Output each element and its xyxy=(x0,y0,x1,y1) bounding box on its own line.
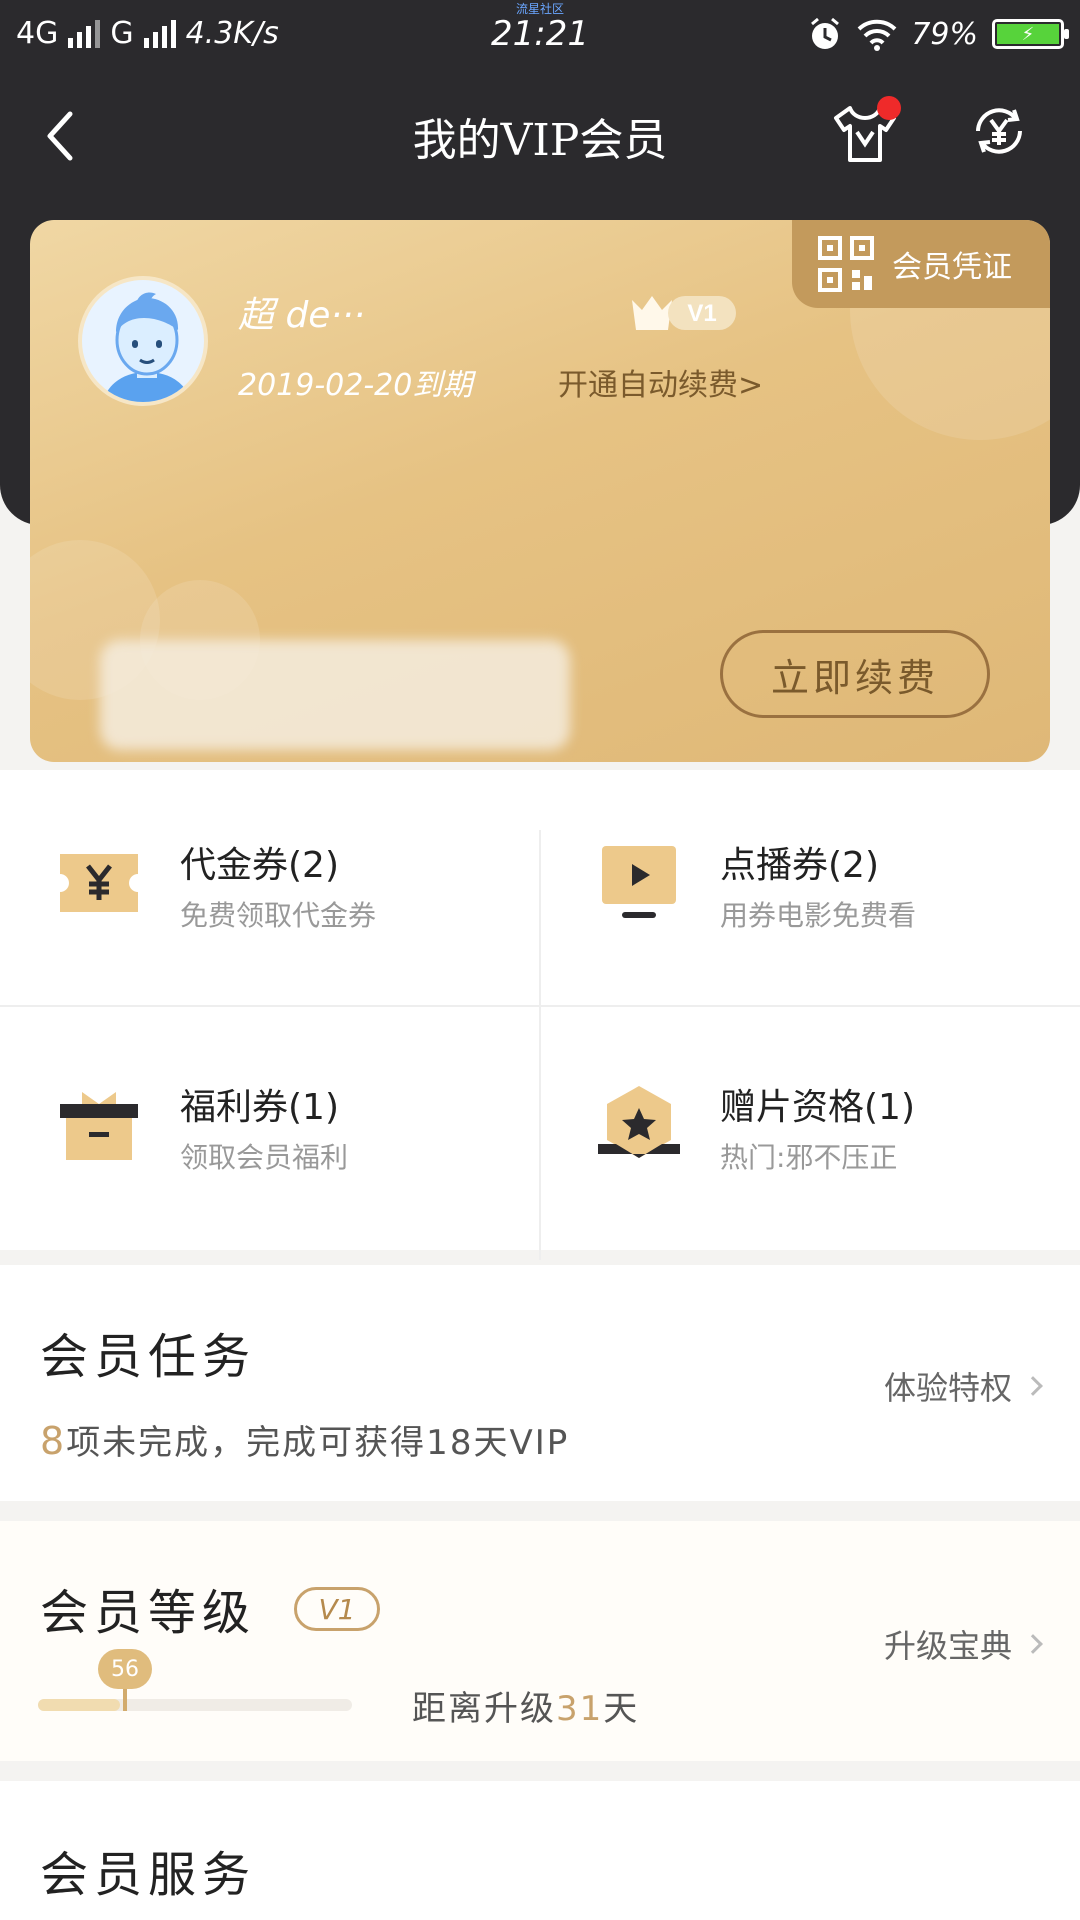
section-title: 会员等级 xyxy=(40,1585,257,1641)
member-services-section[interactable]: 会员服务 xyxy=(0,1781,1080,1920)
level-desc-prefix: 距离升级 xyxy=(412,1689,556,1729)
star-badge-icon xyxy=(598,1086,680,1158)
status-bar: 流星社区 4G G 4.3K/s 21:21 79% ⚡ xyxy=(0,0,1080,72)
coupon-subtitle: 用券电影免费看 xyxy=(720,899,917,932)
link-label: 体验特权 xyxy=(883,1369,1012,1407)
chevron-right-icon xyxy=(1023,1376,1043,1396)
coupon-title: 赠片资格(1) xyxy=(720,1087,915,1128)
blurred-region xyxy=(100,640,570,750)
level-desc-suffix: 天 xyxy=(603,1689,640,1729)
task-desc: 项未完成，完成可获得18天VIP xyxy=(66,1423,570,1463)
certificate-label: 会员凭证 xyxy=(892,250,1012,285)
member-tasks-section[interactable]: 会员任务 体验特权 8项未完成，完成可获得18天VIP xyxy=(0,1265,1080,1501)
qr-code-icon xyxy=(818,236,874,292)
coupon-title: 点播券(2) xyxy=(720,845,879,886)
task-summary: 8项未完成，完成可获得18天VIP xyxy=(40,1415,569,1464)
coupon-subtitle: 领取会员福利 xyxy=(180,1141,349,1174)
notification-dot xyxy=(877,96,901,120)
coupon-grid: 代金券(2) 免费领取代金券 点播券(2) 用券电影免费看 福利券(1) 领取会… xyxy=(0,770,1080,1260)
yen-ticket-icon xyxy=(60,854,138,912)
user-name: 超 de··· xyxy=(238,295,365,336)
autopay-link[interactable]: 开通自动续费> xyxy=(558,360,763,404)
level-progress-bar xyxy=(38,1699,352,1711)
level-badge: V1 xyxy=(294,1587,380,1631)
section-title: 会员任务 xyxy=(40,1329,257,1385)
member-certificate-button[interactable]: 会员凭证 xyxy=(792,220,1050,308)
coupon-cell-gift-film[interactable]: 赠片资格(1) 热门:邪不压正 xyxy=(540,1012,1080,1252)
section-title: 会员服务 xyxy=(40,1847,257,1903)
page-title: 我的VIP会员 xyxy=(412,115,668,166)
coupon-subtitle: 热门:邪不压正 xyxy=(720,1141,898,1174)
link-label: 升级宝典 xyxy=(883,1627,1012,1665)
play-screen-icon xyxy=(602,846,676,918)
experience-privilege-link[interactable]: 体验特权 xyxy=(883,1363,1043,1409)
avatar-illustration xyxy=(102,292,192,402)
vip-card: 会员凭证 超 de··· V1 2019-02-20到期 开通自动续费> 立即续… xyxy=(30,220,1050,762)
battery-percent: 79% xyxy=(911,16,978,52)
level-progress-fill xyxy=(38,1699,120,1711)
member-level-section[interactable]: 会员等级 V1 升级宝典 56 距离升级31天 xyxy=(0,1521,1080,1761)
progress-marker-stem xyxy=(123,1687,127,1711)
coupon-cell-welfare[interactable]: 福利券(1) 领取会员福利 xyxy=(0,1012,540,1252)
progress-value-bubble: 56 xyxy=(98,1649,152,1689)
wifi-icon xyxy=(857,19,897,51)
coupon-title: 福利券(1) xyxy=(180,1087,339,1128)
avatar[interactable] xyxy=(78,276,208,406)
level-days: 31 xyxy=(556,1689,604,1729)
nav-bar: 我的VIP会员 xyxy=(0,90,1080,180)
gift-box-icon xyxy=(60,1092,138,1160)
expire-date: 2019-02-20到期 xyxy=(238,368,473,403)
vip-level-text: V1 xyxy=(687,300,716,327)
level-upgrade-text: 距离升级31天 xyxy=(412,1681,639,1730)
yen-refresh-icon[interactable] xyxy=(968,100,1030,162)
battery-icon: ⚡ xyxy=(992,19,1069,49)
coupon-title: 代金券(2) xyxy=(180,845,339,886)
renew-button[interactable]: 立即续费 xyxy=(720,630,990,718)
status-right: 79% ⚡ xyxy=(807,16,1069,52)
vip-level-badge: V1 xyxy=(632,296,736,330)
task-count: 8 xyxy=(40,1419,67,1463)
coupon-subtitle: 免费领取代金券 xyxy=(180,899,377,932)
upgrade-guide-link[interactable]: 升级宝典 xyxy=(883,1621,1043,1667)
coupon-cell-ondemand[interactable]: 点播券(2) 用券电影免费看 xyxy=(540,770,1080,1010)
chevron-right-icon xyxy=(1023,1634,1043,1654)
coupon-cell-voucher[interactable]: 代金券(2) 免费领取代金券 xyxy=(0,770,540,1010)
alarm-icon xyxy=(811,17,840,49)
